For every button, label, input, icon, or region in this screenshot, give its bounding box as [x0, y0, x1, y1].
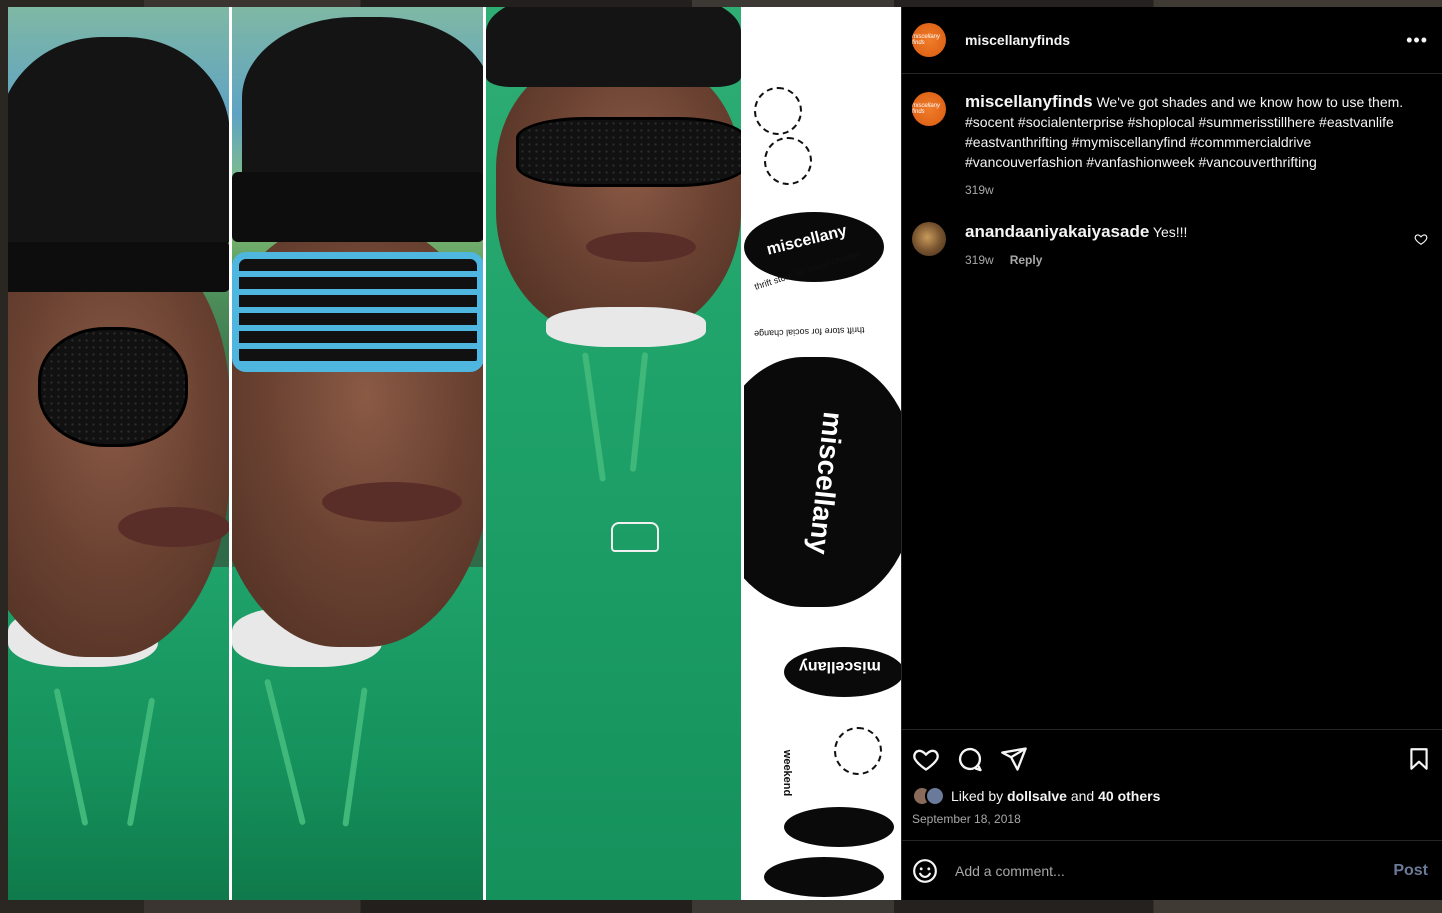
account-username[interactable]: miscellanyfinds	[965, 32, 1406, 48]
comments-list: miscellany finds miscellanyfinds We've g…	[902, 74, 1442, 729]
liked-by-user[interactable]: dollsalve	[1007, 788, 1067, 804]
photo-strip-2	[232, 7, 484, 900]
face	[496, 57, 741, 337]
comment-age[interactable]: 319w	[965, 250, 994, 270]
post-sidebar: miscellany finds miscellanyfinds ••• mis…	[901, 7, 1442, 900]
logo-cloud	[763, 857, 884, 897]
account-avatar[interactable]: miscellany finds	[912, 23, 946, 57]
face	[8, 237, 230, 657]
comment-like-heart-icon[interactable]	[1414, 232, 1428, 246]
black-hat	[486, 7, 741, 87]
ring-graphic	[753, 87, 802, 135]
lips	[322, 482, 463, 522]
paper-plane-icon[interactable]	[1000, 745, 1028, 773]
photo-strip-1	[8, 7, 230, 900]
post-image[interactable]: miscellany thrift store for social chang…	[8, 7, 901, 900]
caption-meta: 319w	[965, 180, 1428, 200]
black-hat	[8, 37, 230, 257]
smiley-icon[interactable]	[912, 858, 938, 884]
comment-body: anandaaniyakaiyasade Yes!!! 319w Reply	[965, 222, 1414, 270]
liked-by-others[interactable]: 40 others	[1098, 788, 1160, 804]
bookmark-icon[interactable]	[1406, 745, 1432, 773]
hat-brim	[232, 172, 484, 242]
mesh-sunglasses	[38, 327, 188, 447]
comment-text: Yes!!!	[1152, 224, 1188, 240]
sofa-logo-icon	[611, 522, 660, 552]
reply-button[interactable]: Reply	[1010, 250, 1043, 270]
lips	[586, 232, 697, 262]
liker-avatars	[912, 786, 945, 806]
more-horizontal-icon[interactable]: •••	[1406, 30, 1428, 51]
hat-brim	[8, 242, 230, 292]
post-modal: miscellany thrift store for social chang…	[8, 7, 1442, 900]
caption-body: miscellanyfinds We've got shades and we …	[965, 92, 1428, 200]
post-actions: Liked by dollsalve and 40 others Septemb…	[902, 729, 1442, 826]
comment-username[interactable]: anandaaniyakaiyasade	[965, 222, 1149, 241]
avatar-logo-text: miscellany finds	[912, 103, 941, 115]
post-date[interactable]: September 18, 2018	[912, 812, 1432, 826]
liked-by-and: and	[1070, 788, 1095, 804]
ring-graphic	[833, 727, 882, 775]
lips	[118, 507, 230, 547]
logo-cloud	[783, 807, 894, 847]
heart-icon[interactable]	[912, 745, 940, 773]
comment-composer: Post	[902, 840, 1442, 900]
comment-input[interactable]	[955, 862, 1394, 879]
list-item: anandaaniyakaiyasade Yes!!! 319w Reply	[912, 222, 1428, 270]
photo-strip-4: miscellany thrift store for social chang…	[743, 7, 901, 900]
comment-meta: 319w Reply	[965, 250, 1414, 270]
mesh-sunglasses	[516, 117, 741, 187]
comment-bubble-icon[interactable]	[956, 745, 984, 773]
commenter-avatar[interactable]	[912, 222, 946, 256]
avatar	[925, 786, 945, 806]
account-avatar[interactable]: miscellany finds	[912, 92, 946, 126]
ring-graphic	[763, 137, 812, 185]
blue-shutter-shades	[232, 252, 484, 372]
likes-summary: Liked by dollsalve and 40 others	[912, 786, 1432, 806]
tagline-text: thrift store for social change	[753, 325, 865, 339]
logo-word: miscellany	[798, 658, 881, 675]
weekend-text: weekend	[780, 749, 793, 797]
liked-by-prefix: Liked by	[951, 788, 1004, 804]
black-hat	[242, 17, 484, 197]
white-collar	[546, 307, 707, 347]
caption-comment: miscellany finds miscellanyfinds We've g…	[912, 92, 1428, 200]
caption-username[interactable]: miscellanyfinds	[965, 92, 1093, 111]
caption-age[interactable]: 319w	[965, 180, 994, 200]
avatar-logo-text: miscellany finds	[912, 34, 941, 46]
post-comment-button[interactable]: Post	[1393, 862, 1428, 880]
post-header: miscellany finds miscellanyfinds •••	[902, 7, 1442, 74]
photo-strip-3	[486, 7, 741, 900]
action-icons	[912, 744, 1432, 774]
